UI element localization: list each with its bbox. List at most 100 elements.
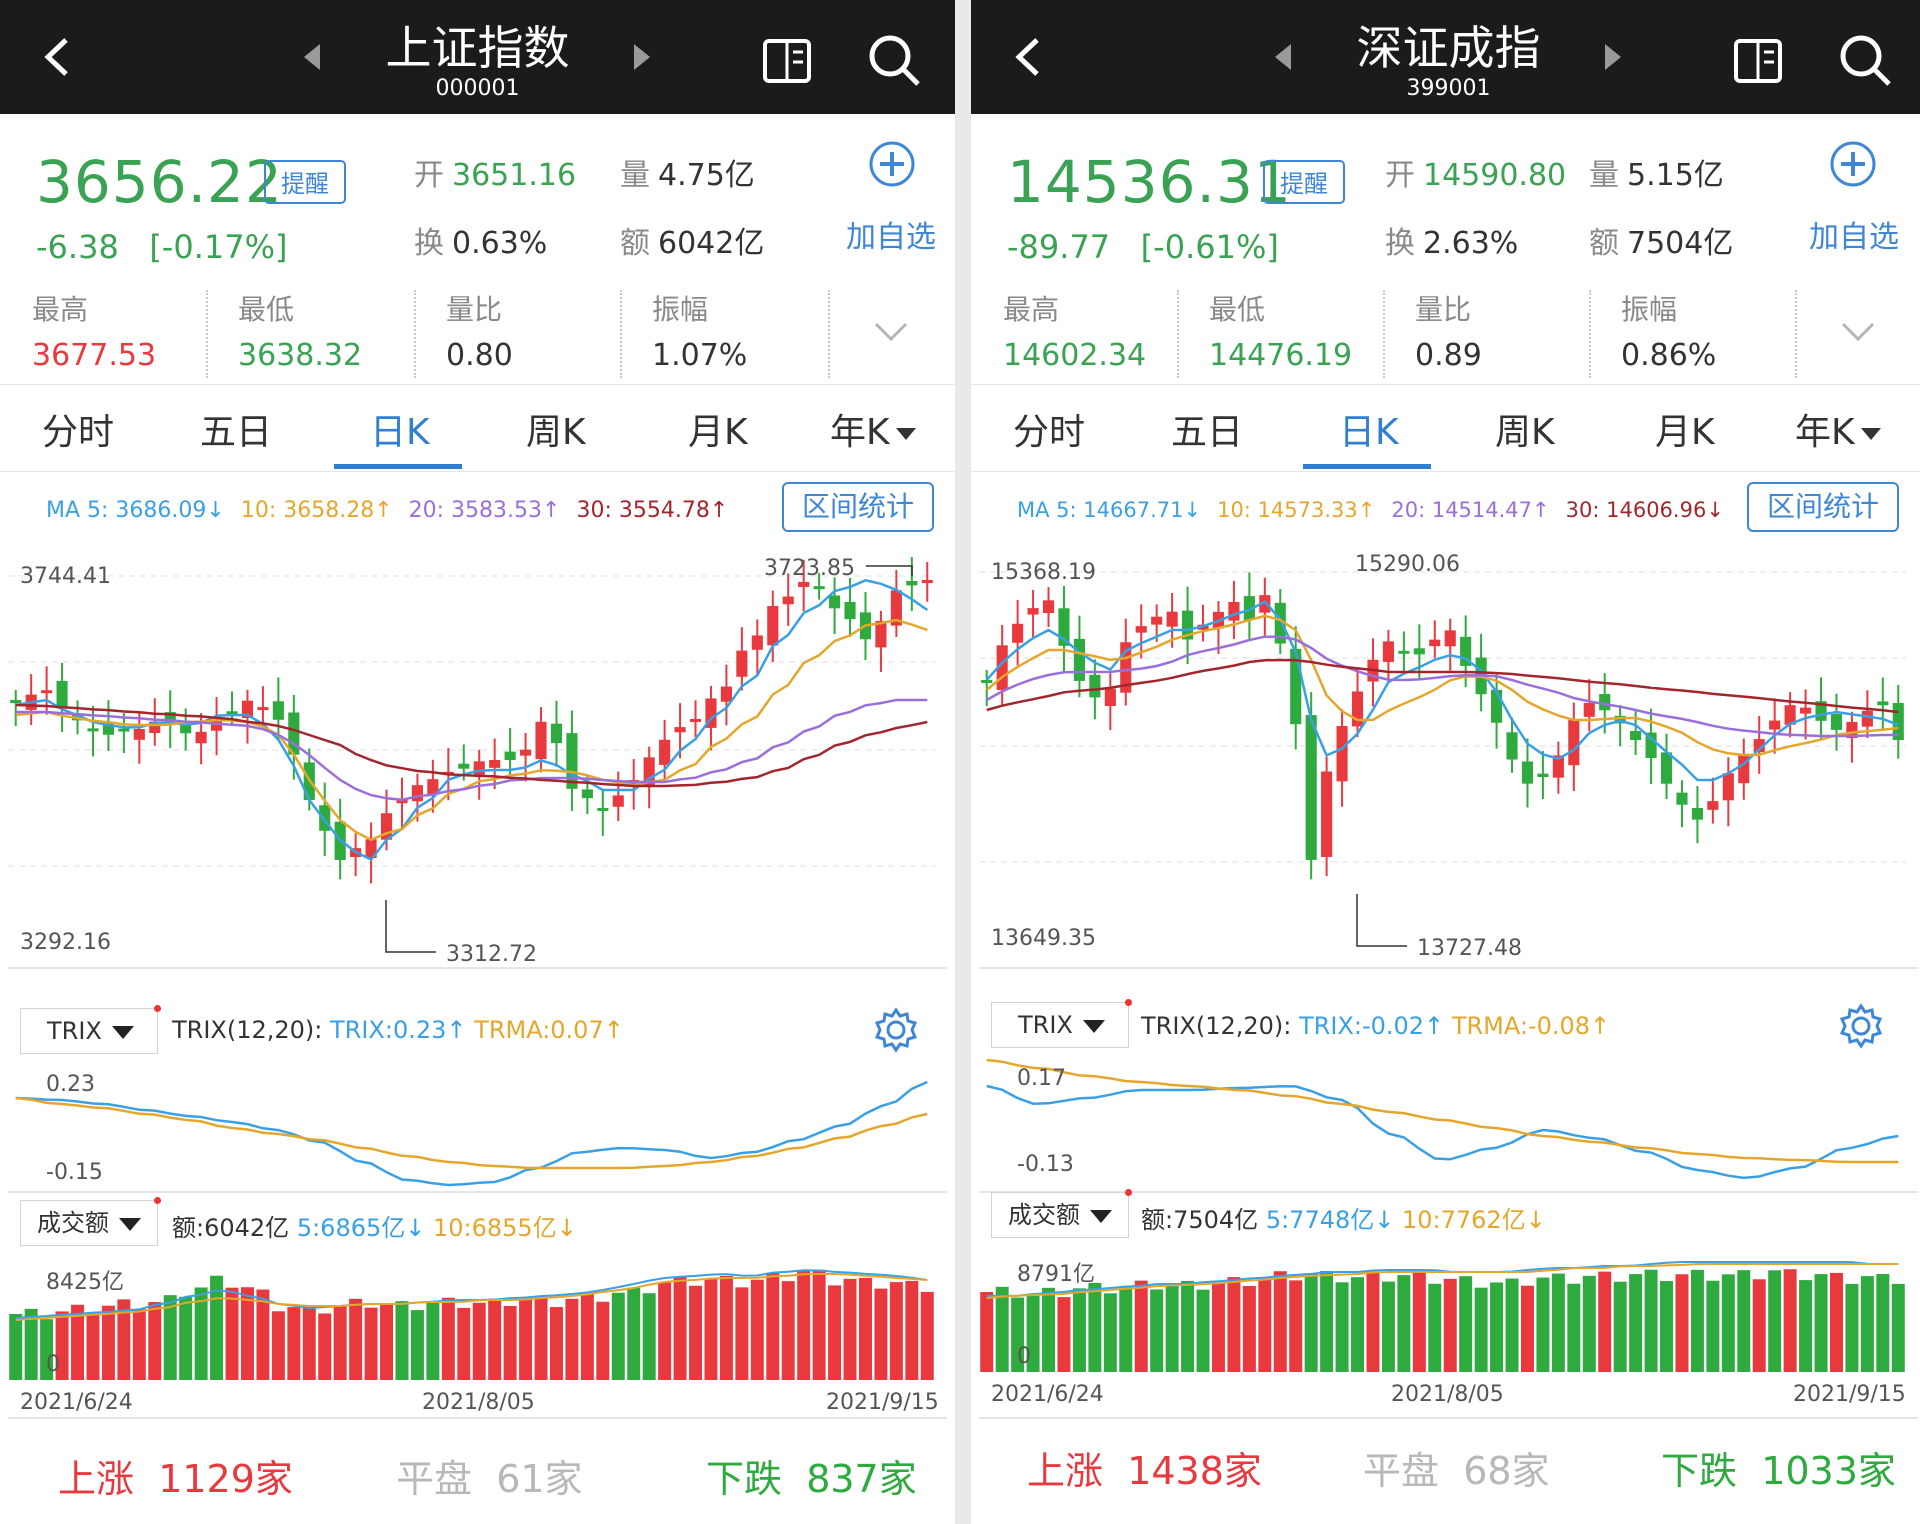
turnover-bar <box>1737 1270 1751 1372</box>
turnover-select[interactable]: 成交额 <box>991 1189 1132 1238</box>
breadth-down: 下跌 837家 <box>706 1457 917 1501</box>
turnover-bar <box>1428 1283 1442 1372</box>
candle-body <box>550 723 563 744</box>
breadth-down: 下跌 1033家 <box>1661 1449 1896 1493</box>
candle-body <box>1012 623 1024 643</box>
low-marker-line <box>1356 894 1407 947</box>
turnover-bar <box>534 1297 548 1380</box>
candle-body <box>1491 689 1503 723</box>
turnover-bar <box>627 1287 641 1380</box>
turnover-bar <box>704 1278 718 1380</box>
turnover-bar <box>1165 1284 1179 1372</box>
turnover-bar <box>9 1314 23 1380</box>
candle-body <box>1166 611 1178 627</box>
turnover-select[interactable]: 成交额 <box>20 1197 161 1246</box>
turnover-bar <box>1783 1269 1797 1372</box>
turnover-bar <box>503 1305 517 1380</box>
kline-high-marker-label: 3723.85 <box>764 556 855 581</box>
candle-body <box>689 718 702 722</box>
turnover-bar <box>1103 1293 1117 1372</box>
panel-shenzhen-index: 深证成指 399001 14536.31 提醒 -89.77 [-0.61%] … <box>971 0 1920 1524</box>
candle-body <box>458 763 470 769</box>
turnover-bar <box>1088 1282 1102 1372</box>
candle-body <box>906 580 918 586</box>
candle-body <box>798 581 810 588</box>
turnover-bar <box>225 1287 239 1380</box>
candle-body <box>1800 707 1812 714</box>
turnover-bar <box>611 1292 625 1380</box>
date-mid-label: 2021/8/05 <box>1391 1382 1504 1407</box>
candle-body <box>844 601 856 620</box>
turnover-bar <box>101 1305 115 1380</box>
candle-body <box>1707 801 1719 810</box>
turnover-bar <box>750 1279 764 1380</box>
turnover-bar <box>1845 1283 1859 1372</box>
turnover-bar <box>1799 1280 1813 1372</box>
turnover-bar <box>1752 1279 1766 1372</box>
turnover-bar <box>1443 1278 1457 1372</box>
candle-body <box>1413 648 1425 655</box>
turnover-bar <box>658 1282 672 1380</box>
turnover-bar <box>1721 1274 1735 1372</box>
turnover-bar <box>271 1311 285 1380</box>
candle-body <box>1042 600 1055 614</box>
turnover-bar <box>1660 1281 1674 1372</box>
kline-high-marker-label: 15290.06 <box>1355 552 1460 577</box>
candle-body <box>1073 638 1085 681</box>
low-marker-line <box>385 900 436 953</box>
candle-body <box>1660 752 1673 784</box>
turnover-bar <box>735 1287 749 1380</box>
candle-body <box>257 707 269 711</box>
turnover-bar <box>1258 1278 1272 1372</box>
turnover-bar <box>719 1275 733 1380</box>
candle-body <box>1691 808 1703 820</box>
turnover-bar <box>1474 1287 1488 1372</box>
indicator-select[interactable]: TRIX <box>20 1005 161 1054</box>
candle-body <box>1151 616 1163 625</box>
candle-body <box>1429 639 1441 647</box>
panel-shanghai-index: 上证指数 000001 3656.22 提醒 -6.38 [-0.17%] 开3… <box>0 0 955 1524</box>
candle-body <box>581 789 593 799</box>
market-breadth: 上涨 1438家 平盘 68家 下跌 1033家 <box>971 1420 1920 1524</box>
candle-body <box>1321 771 1333 857</box>
date-mid-label: 2021/8/05 <box>422 1390 535 1415</box>
turnover-bar <box>472 1302 486 1380</box>
candle-body <box>1568 720 1580 766</box>
dropdown-icon <box>1090 1209 1112 1223</box>
turnover-bar <box>1706 1280 1720 1372</box>
candle-body <box>1630 730 1642 741</box>
date-end-label: 2021/9/15 <box>826 1390 939 1415</box>
candle-body <box>56 680 68 709</box>
turnover-bar <box>995 1286 1009 1372</box>
turnover-bar <box>565 1298 579 1380</box>
candle-body <box>10 700 22 703</box>
turnover-zero-label: 0 <box>1017 1344 1031 1369</box>
candle-body <box>1738 753 1750 784</box>
kline-low-marker-label: 13727.48 <box>1417 936 1522 961</box>
turnover-bar <box>441 1297 455 1380</box>
turnover-bar <box>488 1298 502 1380</box>
candle-body <box>411 785 423 802</box>
candle-body <box>659 739 671 765</box>
dropdown-icon <box>1082 1019 1105 1033</box>
turnover-bar <box>858 1277 872 1380</box>
indicator-select[interactable]: TRIX <box>991 999 1132 1048</box>
gear-icon[interactable] <box>872 1006 920 1054</box>
breadth-up: 上涨 1438家 <box>1027 1449 1262 1493</box>
breadth-flat: 平盘 68家 <box>1363 1449 1550 1493</box>
turnover-legend: 额:7504亿 5:7748亿↓ 10:7762亿↓ <box>1141 1206 1546 1234</box>
gear-icon[interactable] <box>1837 1002 1885 1050</box>
turnover-bar <box>1876 1274 1890 1372</box>
turnover-bar <box>1768 1270 1782 1372</box>
turnover-bar <box>1505 1278 1519 1372</box>
turnover-bar <box>874 1288 888 1380</box>
turnover-bar <box>1690 1269 1704 1372</box>
candle-body <box>1027 608 1039 615</box>
turnover-bar <box>426 1302 440 1380</box>
turnover-legend: 额:6042亿 5:6865亿↓ 10:6855亿↓ <box>172 1214 577 1242</box>
turnover-bar <box>1644 1269 1658 1372</box>
turnover-bar <box>1613 1281 1627 1372</box>
turnover-bar <box>1119 1286 1133 1372</box>
trix-line <box>986 1084 1899 1180</box>
trix-legend: TRIX(12,20): TRIX:0.23↑ TRMA:0.07↑ <box>172 1016 624 1044</box>
